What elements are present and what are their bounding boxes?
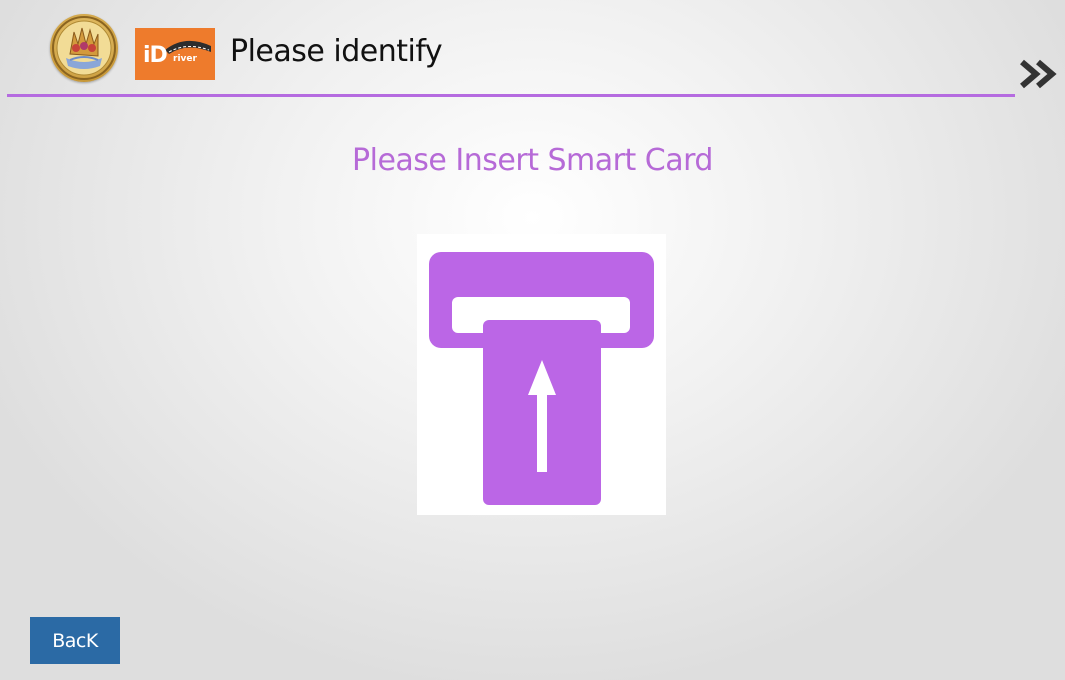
idriver-logo: iD river (135, 28, 215, 80)
logo-subtext: river (173, 54, 197, 64)
back-button[interactable]: BacK (30, 617, 120, 664)
seal-artwork (52, 16, 116, 80)
government-seal-icon (50, 14, 118, 82)
insert-smart-card-icon (417, 234, 666, 515)
logo-letters: iD (143, 43, 168, 68)
header: iD river Please identify (0, 0, 1065, 97)
header-divider (7, 94, 1015, 97)
page-title: Please identify (230, 34, 443, 69)
double-chevron-right-icon[interactable] (1016, 52, 1060, 96)
insert-card-prompt: Please Insert Smart Card (352, 143, 713, 178)
